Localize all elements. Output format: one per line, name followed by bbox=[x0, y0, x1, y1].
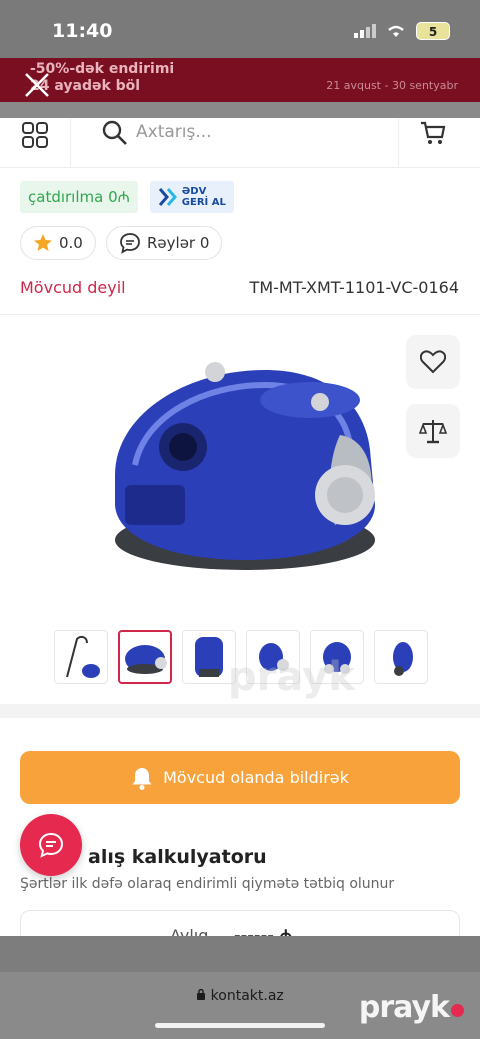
product-sku: TM-MT-XMT-1101-VC-0164 bbox=[249, 278, 459, 297]
product-badges: çatdırılma 0₼ ƏDV GERİ AL bbox=[20, 181, 234, 213]
availability-status: Mövcud deyil bbox=[20, 278, 126, 297]
chat-bubble-icon bbox=[120, 233, 140, 254]
delivery-badge: çatdırılma 0₼ bbox=[20, 181, 138, 213]
search-icon[interactable] bbox=[102, 120, 128, 146]
chat-icon bbox=[38, 832, 64, 858]
promo-text: -50%-dək endirimi 24 ayadək böl bbox=[30, 61, 175, 94]
watermark-logo-text: prayk bbox=[358, 990, 450, 1025]
site-header: Axtarış... bbox=[0, 118, 480, 168]
reviews-count: Rəylər 0 bbox=[147, 234, 210, 252]
vat-return-line2: GERİ AL bbox=[181, 197, 226, 208]
cart-icon[interactable] bbox=[420, 120, 446, 146]
thumbnail-image bbox=[195, 637, 223, 677]
watermark-logo-dot bbox=[451, 1004, 464, 1017]
close-icon[interactable] bbox=[24, 72, 50, 98]
signal-icon bbox=[354, 24, 376, 38]
vat-return-icon bbox=[158, 188, 177, 206]
promo-dates: 21 avqust - 30 sentyabr bbox=[326, 79, 458, 92]
chat-button[interactable] bbox=[20, 814, 82, 876]
panel-gap bbox=[0, 704, 480, 718]
header-divider bbox=[398, 118, 399, 168]
menu-grid-icon[interactable] bbox=[22, 122, 48, 148]
scales-icon bbox=[419, 420, 447, 444]
battery-icon: 5 bbox=[416, 22, 450, 40]
rating-value: 0.0 bbox=[59, 234, 83, 252]
notify-when-available-button[interactable]: Mövcud olanda bildirək bbox=[20, 751, 460, 804]
compare-button[interactable] bbox=[406, 404, 460, 458]
header-divider bbox=[70, 118, 71, 168]
status-icons: 5 bbox=[354, 22, 450, 40]
thumbnail[interactable] bbox=[374, 630, 428, 684]
calculator-title: alış kalkulyatoru bbox=[88, 846, 267, 868]
search-input[interactable]: Axtarış... bbox=[136, 122, 212, 142]
thumbnail-image bbox=[125, 645, 167, 674]
thumbnail-image bbox=[66, 635, 100, 678]
watermark-logo: prayk bbox=[359, 990, 464, 1025]
bell-icon bbox=[132, 767, 152, 790]
status-bar: 11:40 5 bbox=[0, 0, 480, 58]
promo-banner[interactable]: -50%-dək endirimi 24 ayadək böl 21 avqus… bbox=[0, 58, 480, 102]
vat-return-badge: ƏDV GERİ AL bbox=[149, 181, 234, 213]
product-image[interactable] bbox=[95, 355, 385, 585]
watermark: prayk bbox=[228, 654, 355, 700]
reviews-pill[interactable]: Rəylər 0 bbox=[106, 226, 223, 260]
notify-button-label: Mövcud olanda bildirək bbox=[163, 768, 349, 787]
home-indicator[interactable] bbox=[155, 1023, 325, 1028]
url-text: kontakt.az bbox=[210, 988, 284, 1004]
heart-icon bbox=[420, 350, 446, 374]
rating-pill[interactable]: 0.0 bbox=[20, 226, 96, 260]
thumbnail-image bbox=[393, 642, 413, 676]
thumbnail-selected[interactable] bbox=[118, 630, 172, 684]
wifi-icon bbox=[388, 25, 404, 37]
divider bbox=[0, 314, 480, 315]
calculator-subtitle: Şərtlər ilk dəfə olaraq endirimli qiymət… bbox=[20, 876, 395, 892]
vat-return-line1: ƏDV bbox=[181, 186, 207, 197]
star-icon bbox=[34, 234, 52, 251]
status-time: 11:40 bbox=[52, 20, 113, 42]
thumbnail[interactable] bbox=[54, 630, 108, 684]
lock-icon bbox=[197, 988, 206, 1000]
overlay-shade bbox=[0, 102, 480, 118]
wishlist-button[interactable] bbox=[406, 335, 460, 389]
